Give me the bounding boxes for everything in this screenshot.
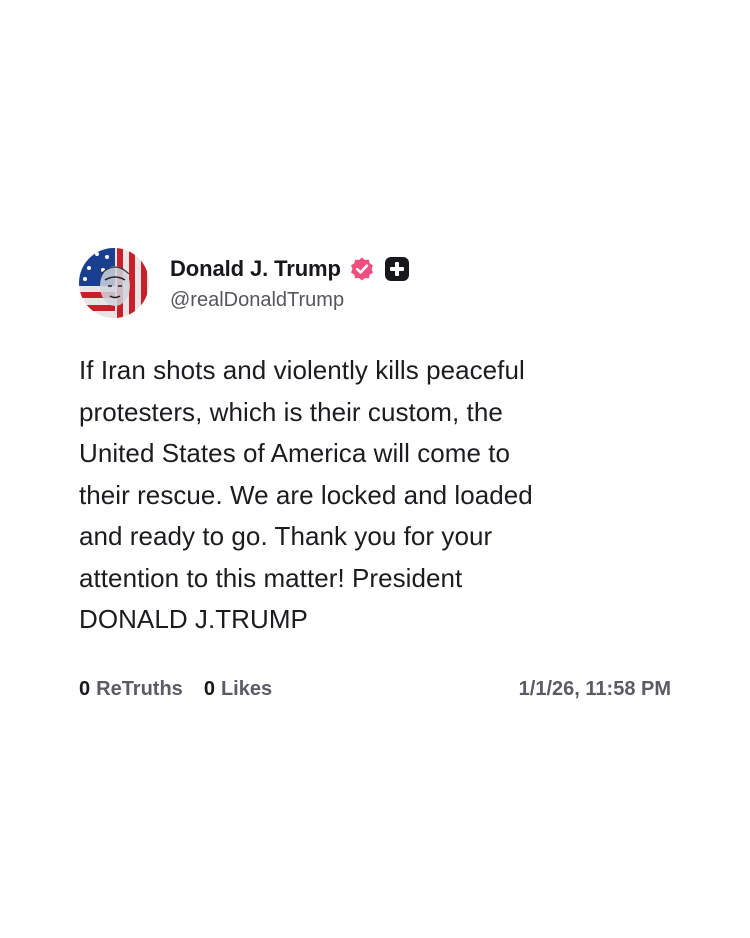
post-body-text: If Iran shots and violently kills peacef… xyxy=(79,355,533,634)
likes-stat[interactable]: 0 Likes xyxy=(204,678,272,701)
author-display-name[interactable]: Donald J. Trump xyxy=(170,256,341,282)
plus-badge-icon xyxy=(384,256,410,282)
post-footer: 0 ReTruths 0 Likes 1/1/26, 11:58 PM xyxy=(79,678,671,701)
name-row: Donald J. Trump xyxy=(170,254,410,284)
likes-label: Likes xyxy=(220,677,273,700)
likes-count: 0 xyxy=(203,677,215,700)
post-timestamp[interactable]: 1/1/26, 11:58 PM xyxy=(519,678,671,701)
retruths-count: 0 xyxy=(79,677,91,700)
author-info: Donald J. Trump @realDonaldTrump xyxy=(170,254,410,312)
verified-icon xyxy=(349,256,375,282)
retruths-label: ReTruths xyxy=(96,677,183,700)
retruths-stat[interactable]: 0 ReTruths xyxy=(79,678,183,701)
post-stats: 0 ReTruths 0 Likes xyxy=(79,678,272,701)
post-header: Donald J. Trump @realDonaldTrump xyxy=(79,247,679,319)
author-handle[interactable]: @realDonaldTrump xyxy=(170,289,410,312)
avatar[interactable] xyxy=(79,248,149,318)
post-card: Donald J. Trump @realDonaldTrump If Iran… xyxy=(79,247,679,701)
